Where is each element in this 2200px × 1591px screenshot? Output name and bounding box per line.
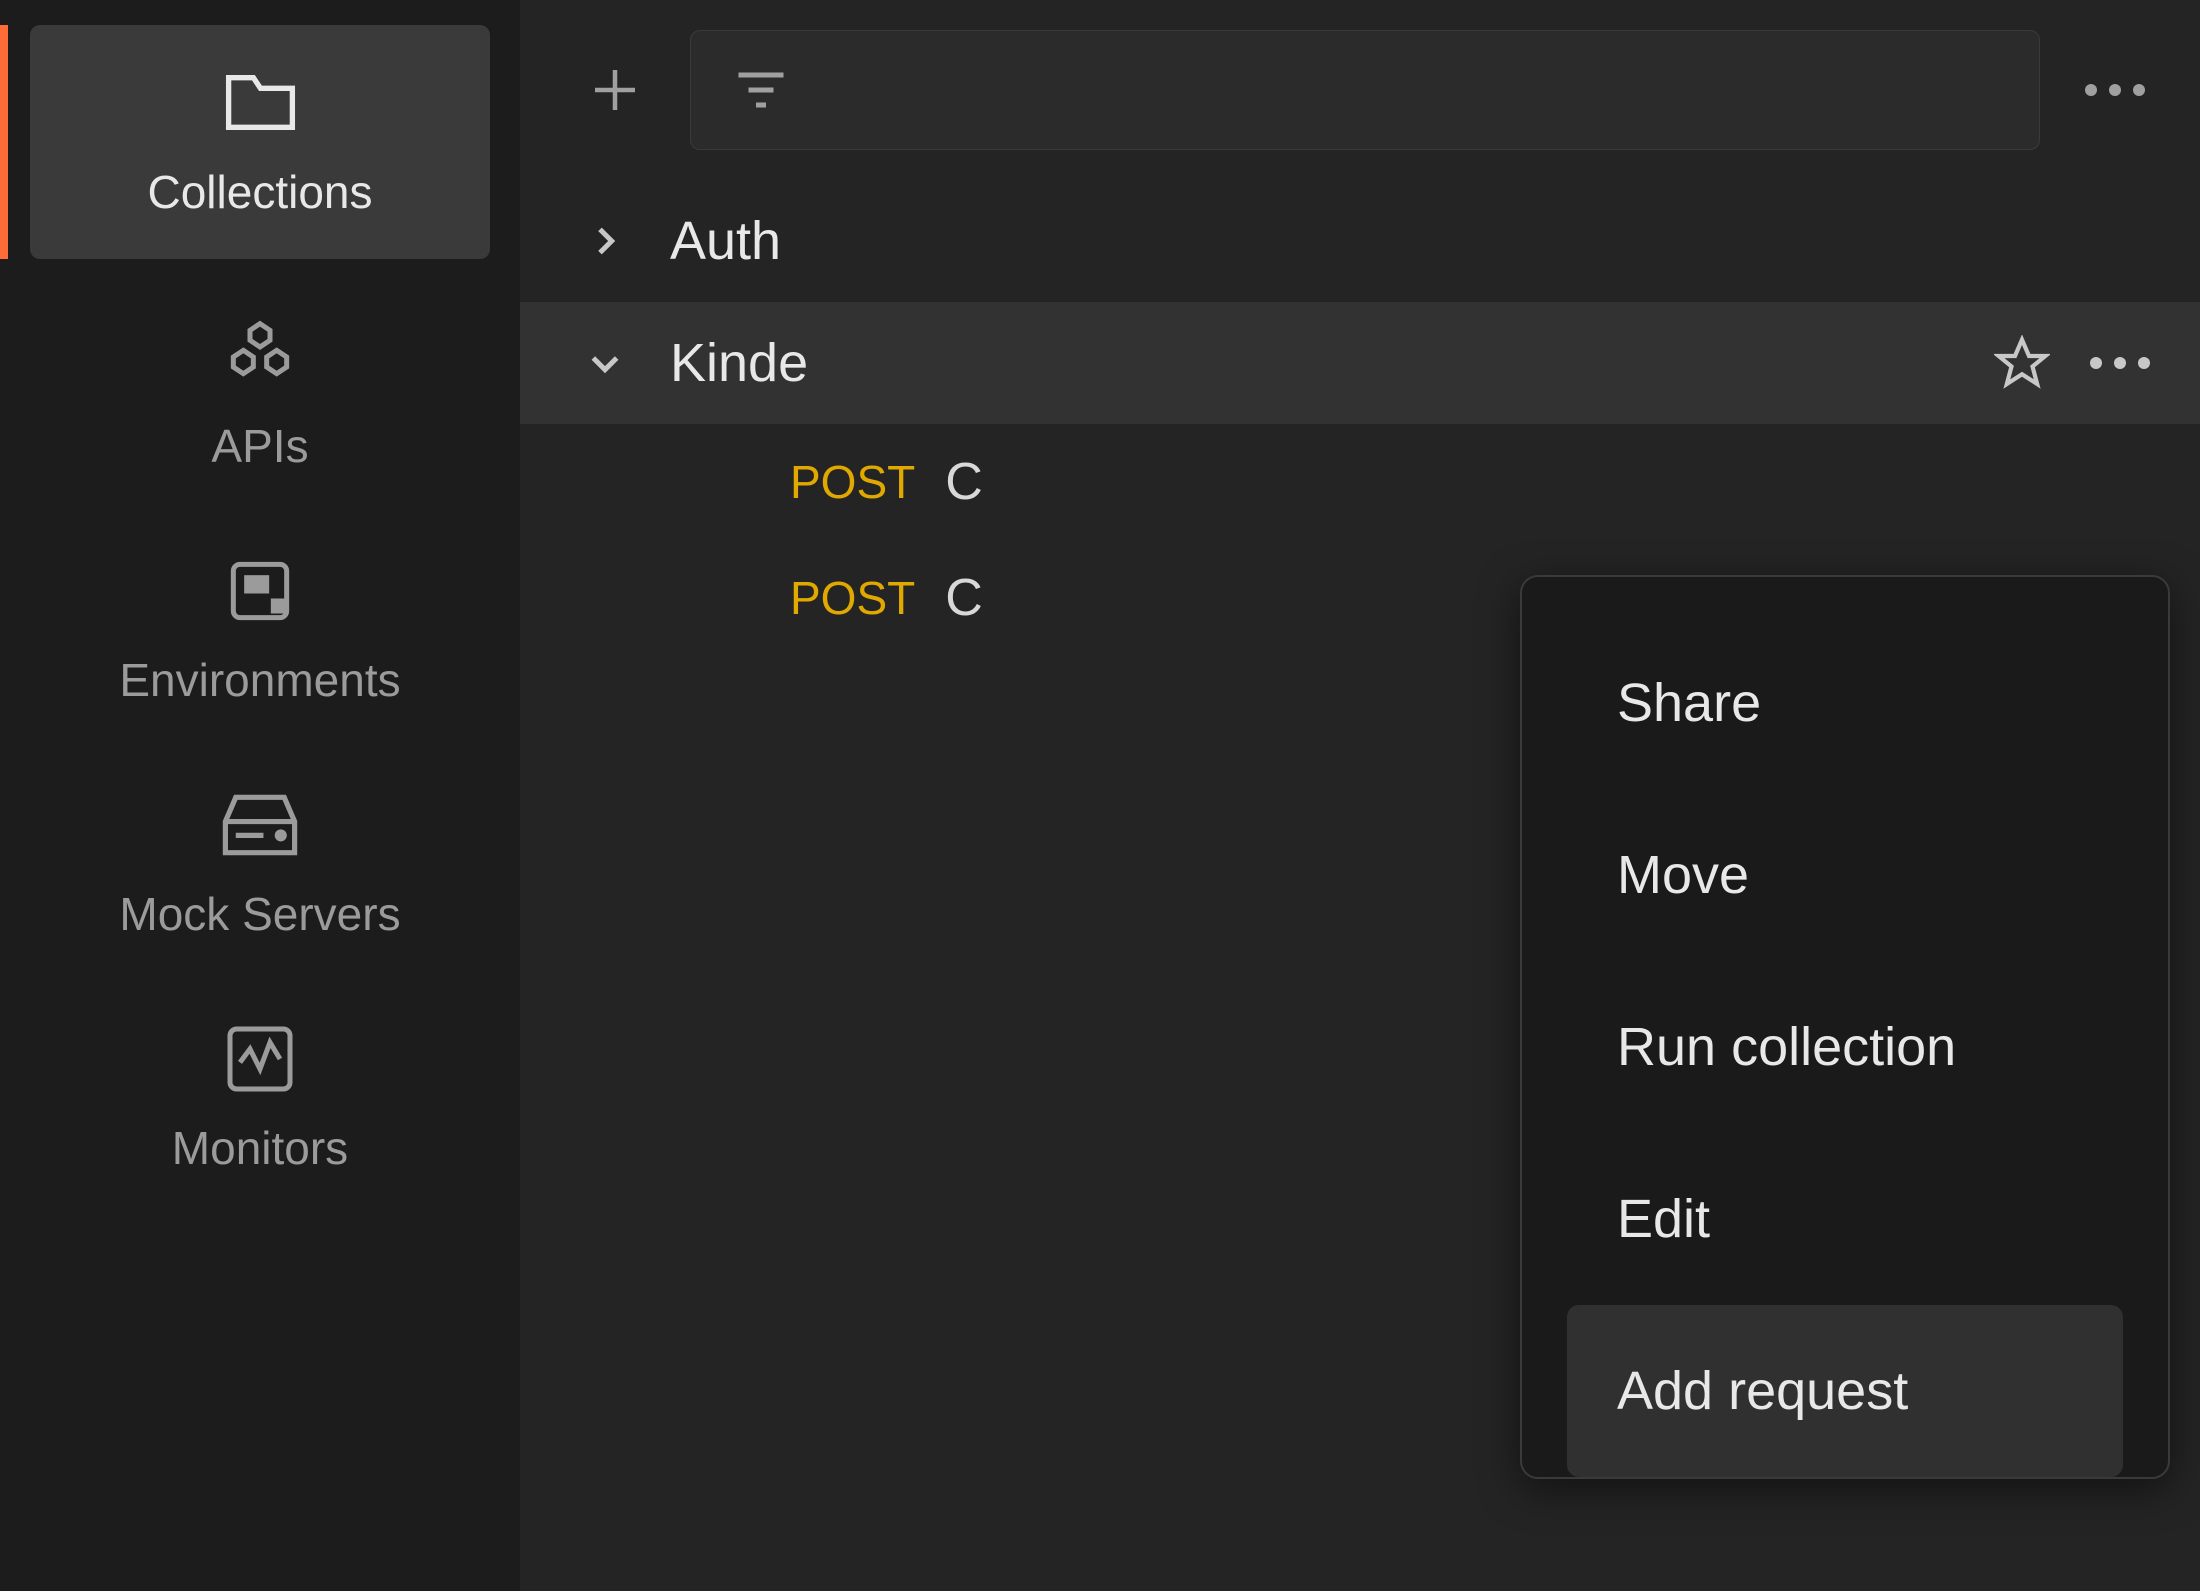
menu-item-run-collection[interactable]: Run collection bbox=[1567, 961, 2123, 1133]
top-bar bbox=[520, 0, 2200, 180]
method-badge: POST bbox=[790, 455, 915, 509]
filter-input[interactable] bbox=[690, 30, 2040, 150]
sidebar-item-label: Monitors bbox=[172, 1121, 348, 1175]
filter-icon bbox=[731, 60, 791, 120]
more-horizontal-icon bbox=[2085, 84, 2145, 96]
folder-icon bbox=[218, 55, 303, 150]
collection-actions bbox=[1994, 335, 2150, 391]
menu-item-add-request[interactable]: Add request bbox=[1567, 1305, 2123, 1477]
sidebar-item-monitors[interactable]: Monitors bbox=[0, 981, 520, 1215]
method-badge: POST bbox=[790, 571, 915, 625]
chevron-down-icon bbox=[580, 343, 630, 383]
more-options-button[interactable] bbox=[2070, 84, 2160, 96]
menu-item-move[interactable]: Move bbox=[1567, 789, 2123, 961]
collection-name: Auth bbox=[670, 210, 2150, 272]
chevron-right-icon bbox=[580, 221, 630, 261]
sidebar: Collections APIs Environments bbox=[0, 0, 520, 1591]
favorite-button[interactable] bbox=[1994, 335, 2050, 391]
main-panel: Auth Kinde POST C PO bbox=[520, 0, 2200, 1591]
sidebar-item-collections[interactable]: Collections bbox=[30, 25, 490, 259]
request-name: C bbox=[945, 568, 983, 628]
request-name: C bbox=[945, 452, 983, 512]
hexagons-icon bbox=[220, 309, 300, 404]
sidebar-item-label: Environments bbox=[119, 653, 400, 707]
collection-row-kinde[interactable]: Kinde bbox=[520, 302, 2200, 424]
sidebar-item-label: Collections bbox=[148, 165, 373, 219]
activity-icon bbox=[220, 1011, 300, 1106]
collection-more-button[interactable] bbox=[2090, 357, 2150, 369]
sidebar-item-environments[interactable]: Environments bbox=[0, 513, 520, 747]
sidebar-item-label: Mock Servers bbox=[119, 887, 400, 941]
new-button[interactable] bbox=[570, 45, 660, 135]
more-horizontal-icon bbox=[2090, 357, 2150, 369]
sidebar-item-mock-servers[interactable]: Mock Servers bbox=[0, 747, 520, 981]
menu-item-edit[interactable]: Edit bbox=[1567, 1133, 2123, 1305]
environment-icon bbox=[220, 543, 300, 638]
menu-item-share[interactable]: Share bbox=[1567, 617, 2123, 789]
collection-row-auth[interactable]: Auth bbox=[520, 180, 2200, 302]
context-menu: Share Move Run collection Edit Add reque… bbox=[1520, 575, 2170, 1479]
sidebar-item-label: APIs bbox=[211, 419, 308, 473]
request-row[interactable]: POST C bbox=[520, 424, 2200, 540]
server-icon bbox=[215, 777, 305, 872]
collection-name: Kinde bbox=[670, 332, 1954, 394]
sidebar-item-apis[interactable]: APIs bbox=[0, 279, 520, 513]
